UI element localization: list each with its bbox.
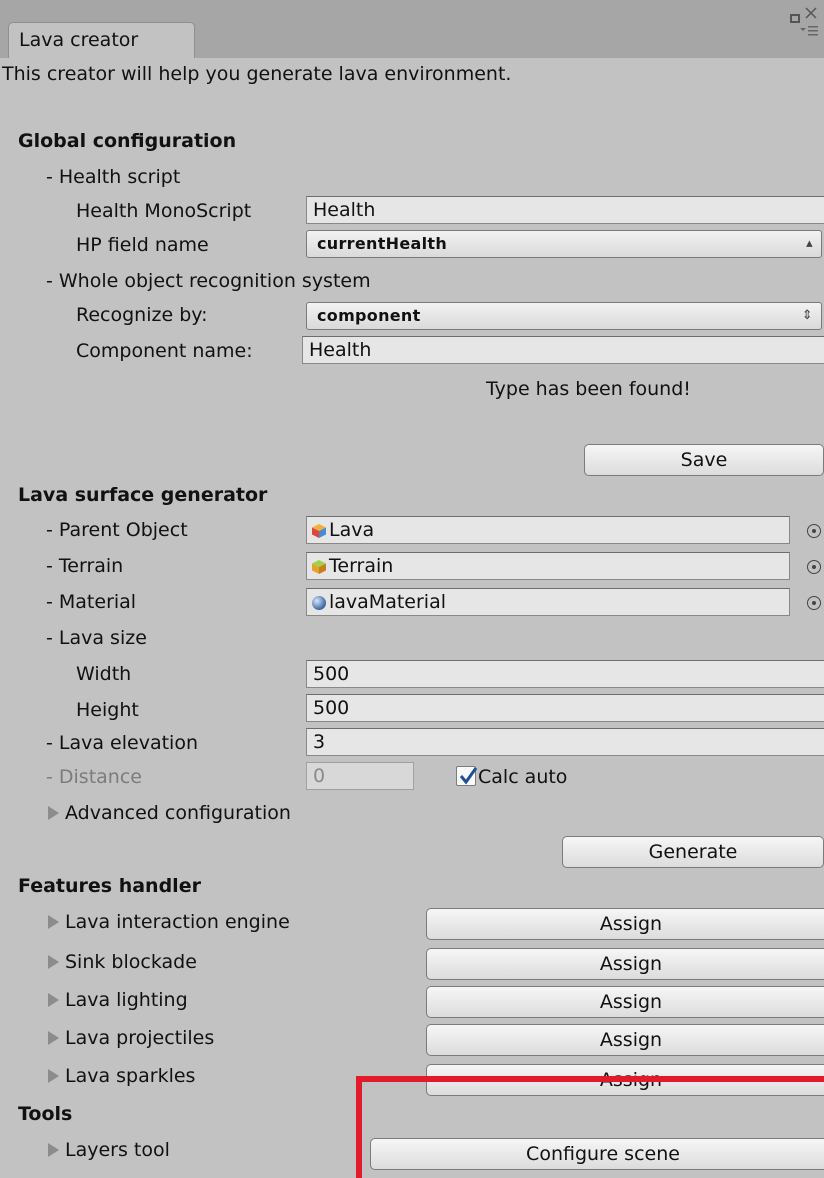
assign-button-lava-interaction-engine[interactable]: Assign	[426, 908, 824, 940]
foldout-arrow-icon	[48, 1069, 59, 1083]
health-script-label: - Health script	[46, 166, 181, 188]
object-picker-icon[interactable]	[807, 560, 821, 574]
parent-object-value: Lava	[329, 519, 375, 541]
assign-button-lava-projectiles[interactable]: Assign	[426, 1024, 824, 1056]
hp-field-name-label: HP field name	[76, 234, 209, 256]
lava-elevation-label: - Lava elevation	[46, 732, 198, 754]
distance-label: - Distance	[46, 766, 142, 788]
checkmark-icon	[459, 767, 478, 785]
section-heading-lava-surface-generator: Lava surface generator	[18, 484, 268, 506]
foldout-arrow-icon	[48, 915, 59, 929]
tab-lava-creator[interactable]: Lava creator	[8, 22, 195, 58]
terrain-icon	[311, 557, 327, 579]
object-picker-icon[interactable]	[807, 596, 821, 610]
feature-item-lava-sparkles[interactable]: Lava sparkles	[48, 1064, 195, 1088]
section-heading-tools: Tools	[18, 1103, 73, 1125]
hp-field-name-dropdown[interactable]: currentHealth ▴	[306, 230, 822, 258]
recognize-by-value: component	[317, 306, 421, 325]
object-picker-icon[interactable]	[807, 524, 821, 538]
recognize-by-label: Recognize by:	[76, 304, 208, 326]
material-label: - Material	[46, 591, 137, 613]
feature-label: Sink blockade	[65, 951, 197, 973]
foldout-arrow-icon	[48, 993, 59, 1007]
generate-button[interactable]: Generate	[562, 836, 824, 868]
intro-text: This creator will help you generate lava…	[2, 63, 512, 85]
height-label: Height	[76, 699, 139, 721]
parent-object-field[interactable]: Lava	[306, 516, 790, 544]
feature-label: Lava interaction engine	[65, 911, 290, 933]
terrain-value: Terrain	[329, 555, 394, 577]
section-heading-features-handler: Features handler	[18, 875, 201, 897]
foldout-arrow-icon	[48, 1031, 59, 1045]
foldout-arrow-icon	[48, 806, 59, 820]
material-field[interactable]: lavaMaterial	[306, 588, 790, 616]
section-heading-global-configuration: Global configuration	[18, 130, 237, 152]
component-name-label: Component name:	[76, 340, 253, 362]
feature-label: Lava lighting	[65, 989, 188, 1011]
component-name-field[interactable]: Health	[302, 336, 824, 364]
hp-field-name-value: currentHealth	[317, 234, 448, 253]
assign-button-sink-blockade[interactable]: Assign	[426, 948, 824, 980]
feature-label: Lava sparkles	[65, 1065, 196, 1087]
distance-field: 0	[306, 762, 414, 790]
advanced-configuration-label: Advanced configuration	[65, 802, 291, 824]
calc-auto-label: Calc auto	[478, 766, 568, 788]
layers-tool-label: Layers tool	[65, 1139, 170, 1161]
feature-item-lava-projectiles[interactable]: Lava projectiles	[48, 1026, 214, 1050]
foldout-arrow-icon	[48, 955, 59, 969]
width-field[interactable]: 500	[306, 660, 824, 688]
feature-label: Lava projectiles	[65, 1027, 215, 1049]
recognize-by-dropdown[interactable]: component ⇕	[306, 302, 822, 330]
terrain-label: - Terrain	[46, 555, 124, 577]
material-value: lavaMaterial	[329, 591, 446, 613]
advanced-configuration-foldout[interactable]: Advanced configuration	[48, 801, 291, 825]
configure-scene-button[interactable]: Configure scene	[370, 1138, 824, 1170]
tools-item-layers-tool[interactable]: Layers tool	[48, 1138, 170, 1162]
maximize-icon[interactable]	[790, 12, 800, 26]
assign-button-lava-lighting[interactable]: Assign	[426, 986, 824, 1018]
dropdown-arrows-icon: ▴	[806, 236, 813, 251]
material-sphere-icon	[311, 593, 327, 615]
calc-auto-checkbox[interactable]	[456, 766, 478, 786]
tab-title: Lava creator	[19, 29, 139, 51]
foldout-arrow-icon	[48, 1143, 59, 1157]
width-label: Width	[76, 663, 132, 685]
feature-item-sink-blockade[interactable]: Sink blockade	[48, 950, 197, 974]
dropdown-arrows-icon: ⇕	[801, 308, 813, 323]
height-field[interactable]: 500	[306, 694, 824, 722]
feature-item-lava-interaction-engine[interactable]: Lava interaction engine	[48, 910, 290, 934]
terrain-field[interactable]: Terrain	[306, 552, 790, 580]
lava-size-label: - Lava size	[46, 627, 147, 649]
health-monoscript-label: Health MonoScript	[76, 200, 252, 222]
lava-elevation-field[interactable]: 3	[306, 728, 824, 756]
parent-object-label: - Parent Object	[46, 519, 188, 541]
tab-menu-icon[interactable]	[800, 24, 818, 40]
health-monoscript-field[interactable]: Health	[306, 196, 824, 224]
close-icon[interactable]	[804, 6, 818, 23]
save-button[interactable]: Save	[584, 444, 824, 476]
recognition-system-label: - Whole object recognition system	[46, 270, 371, 292]
feature-item-lava-lighting[interactable]: Lava lighting	[48, 988, 188, 1012]
type-found-status: Type has been found!	[486, 378, 691, 400]
cube-icon	[311, 521, 327, 543]
